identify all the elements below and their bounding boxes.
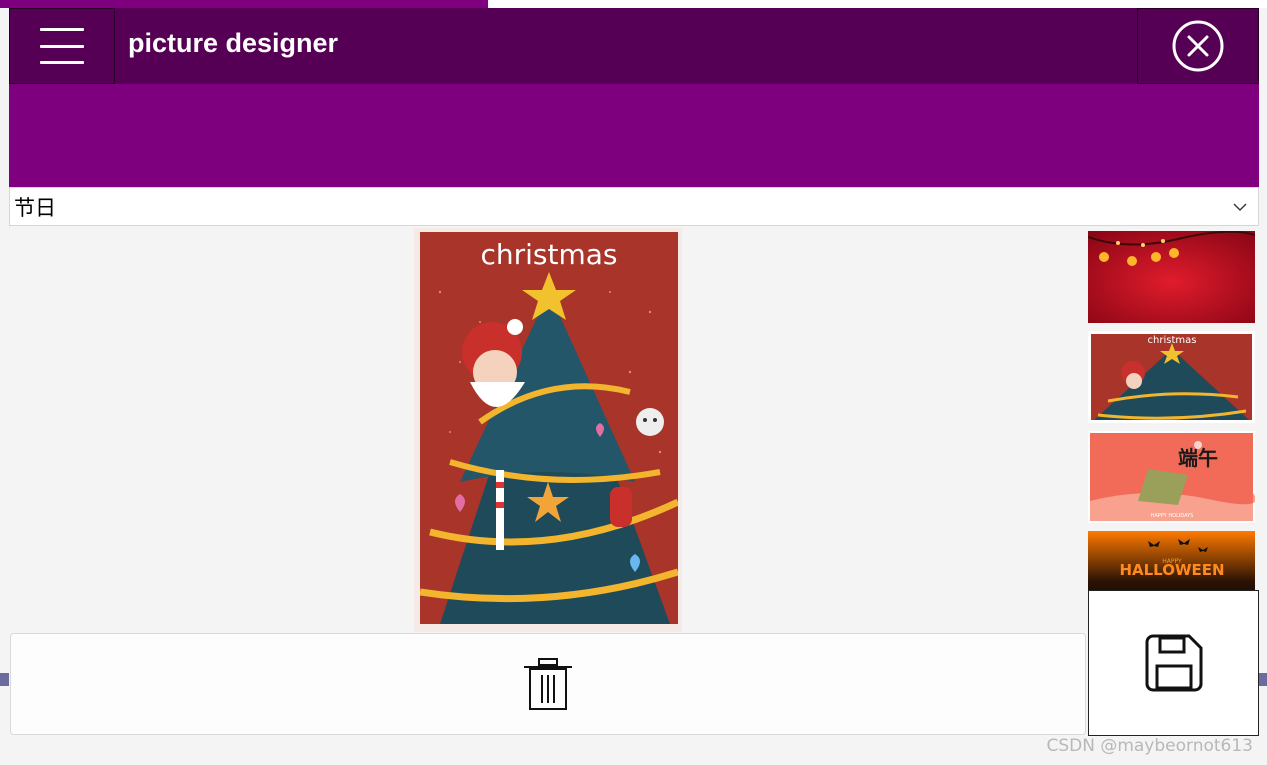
hamburger-icon [40,28,84,64]
background-left-edge [0,8,9,765]
thumbnail-christmas-title: christmas [1148,335,1197,346]
app-window: picture designer 节日 christmas christmas … [9,8,1259,736]
background-strip [0,0,488,8]
header-banner [9,84,1259,187]
save-button[interactable] [1088,590,1259,736]
category-select[interactable]: 节日 [9,187,1259,226]
close-circle-icon [1172,20,1224,72]
background-band-left [0,673,9,686]
background-strip-right [490,0,1267,8]
trash-icon [524,658,572,710]
poster-title: christmas [480,238,617,271]
close-button[interactable] [1137,8,1259,84]
category-select-value: 节日 [14,195,56,220]
thumbnail-halloween-title: HALLOWEEN [1119,561,1224,579]
app-title: picture designer [128,28,339,58]
template-thumbnail[interactable]: christmas [1088,331,1255,423]
design-canvas[interactable]: christmas [414,228,682,632]
thumbnail-duanwu-subtitle: HAPPY HOLIDAYS [1151,513,1194,519]
template-thumbnail[interactable] [1088,231,1255,323]
background-band-right [1259,673,1267,686]
watermark: CSDN @maybeornot613 [1046,736,1253,756]
title-bar: picture designer [9,8,1259,84]
floppy-disk-icon [1145,634,1202,692]
menu-button[interactable] [9,8,115,84]
template-thumbnail[interactable]: 端午 HAPPY HOLIDAYS [1088,431,1255,523]
thumbnail-duanwu-title: 端午 [1178,446,1218,470]
chevron-down-icon [1233,203,1247,211]
christmas-poster: christmas [420,232,678,624]
delete-button[interactable] [10,633,1086,735]
